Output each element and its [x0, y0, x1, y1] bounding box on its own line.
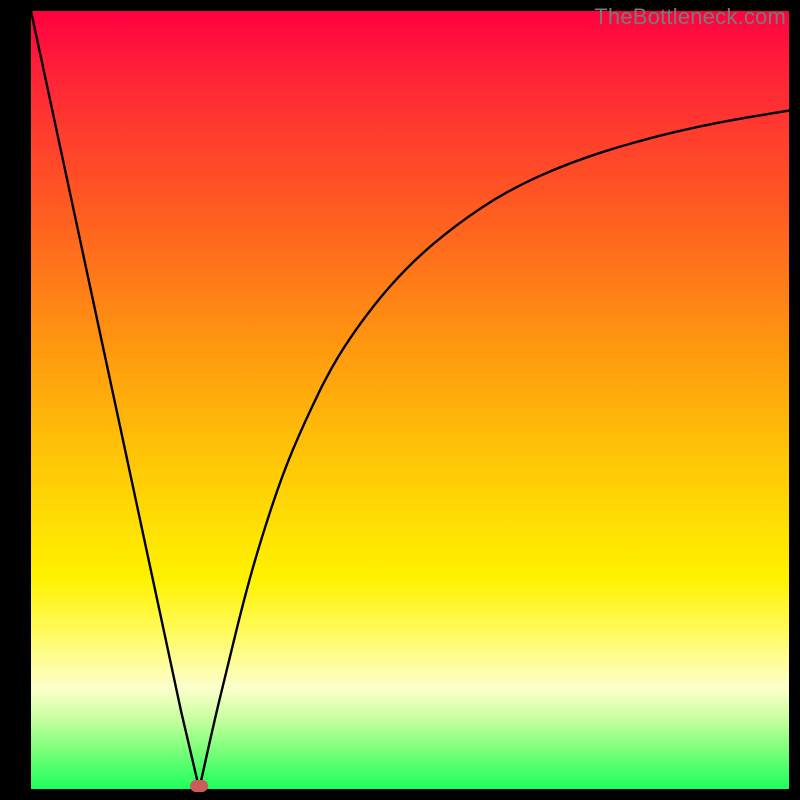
left-branch-path	[31, 11, 199, 789]
right-branch-path	[199, 111, 789, 789]
minimum-marker	[190, 780, 208, 792]
attribution-text: TheBottleneck.com	[594, 4, 786, 30]
chart-frame: TheBottleneck.com	[0, 0, 800, 800]
curve-layer	[31, 11, 789, 789]
